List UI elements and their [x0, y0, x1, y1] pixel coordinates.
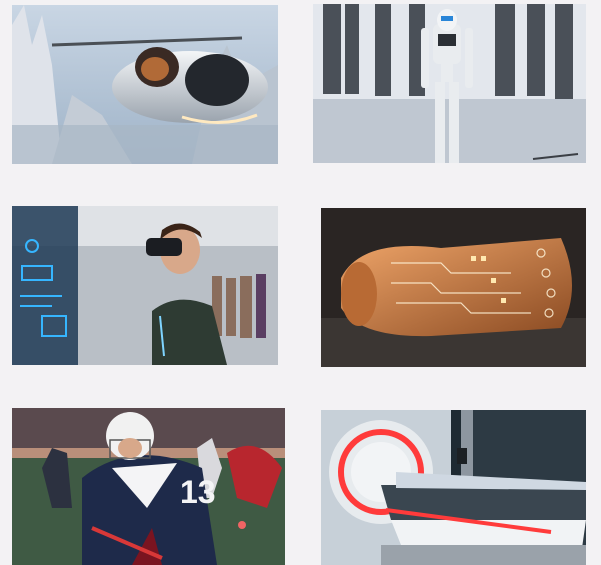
image-flying-car[interactable] — [12, 5, 278, 164]
jersey-number: 13 — [180, 474, 216, 510]
image-mri-scanner[interactable] — [321, 410, 586, 565]
image-flexible-circuit-board[interactable] — [321, 208, 586, 367]
image-lacrosse-player[interactable]: 13 — [12, 408, 285, 565]
image-vr-headset-shopper[interactable] — [12, 206, 278, 365]
image-humanoid-robot[interactable] — [313, 4, 586, 163]
